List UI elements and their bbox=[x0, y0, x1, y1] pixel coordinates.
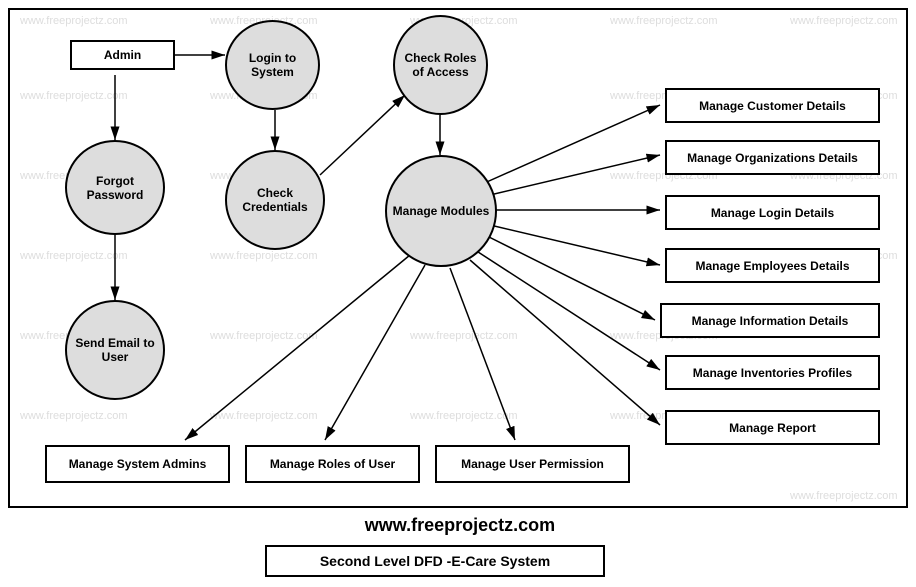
footer-text: www.freeprojectz.com bbox=[310, 515, 610, 536]
login-label: Login to System bbox=[232, 51, 313, 79]
right-box-4-label: Manage Information Details bbox=[692, 314, 849, 328]
bottom-box-2: Manage User Permission bbox=[435, 445, 630, 483]
watermark: www.freeprojectz.com bbox=[20, 90, 128, 102]
right-box-3-label: Manage Employees Details bbox=[695, 259, 849, 273]
right-box-6-label: Manage Report bbox=[729, 421, 816, 435]
watermark: www.freeprojectz.com bbox=[790, 490, 898, 502]
login-circle: Login to System bbox=[225, 20, 320, 110]
watermark: www.freeprojectz.com bbox=[410, 410, 518, 422]
right-box-3: Manage Employees Details bbox=[665, 248, 880, 283]
watermark: www.freeprojectz.com bbox=[210, 410, 318, 422]
admin-label: Admin bbox=[104, 48, 141, 62]
roles-label: Check Roles of Access bbox=[400, 51, 481, 79]
bottom-box-0: Manage System Admins bbox=[45, 445, 230, 483]
watermark: www.freeprojectz.com bbox=[790, 15, 898, 27]
right-box-0-label: Manage Customer Details bbox=[699, 99, 846, 113]
diagram-container: www.freeprojectz.com www.freeprojectz.co… bbox=[8, 8, 908, 508]
modules-circle: Manage Modules bbox=[385, 155, 497, 267]
roles-circle: Check Roles of Access bbox=[393, 15, 488, 115]
modules-label: Manage Modules bbox=[393, 204, 490, 218]
watermark: www.freeprojectz.com bbox=[410, 330, 518, 342]
right-box-1: Manage Organizations Details bbox=[665, 140, 880, 175]
right-box-1-label: Manage Organizations Details bbox=[687, 151, 858, 165]
admin-box: Admin bbox=[70, 40, 175, 70]
send-email-label: Send Email to User bbox=[72, 336, 158, 364]
watermark: www.freeprojectz.com bbox=[610, 15, 718, 27]
credentials-circle: Check Credentials bbox=[225, 150, 325, 250]
bottom-box-2-label: Manage User Permission bbox=[461, 457, 604, 471]
bottom-box-0-label: Manage System Admins bbox=[69, 457, 207, 471]
bottom-box-1: Manage Roles of User bbox=[245, 445, 420, 483]
watermark: www.freeprojectz.com bbox=[210, 250, 318, 262]
watermark: www.freeprojectz.com bbox=[20, 250, 128, 262]
right-box-2: Manage Login Details bbox=[665, 195, 880, 230]
credentials-label: Check Credentials bbox=[232, 186, 318, 214]
right-box-0: Manage Customer Details bbox=[665, 88, 880, 123]
right-box-2-label: Manage Login Details bbox=[711, 206, 834, 220]
bottom-box-1-label: Manage Roles of User bbox=[270, 457, 395, 471]
send-email-circle: Send Email to User bbox=[65, 300, 165, 400]
title-label: Second Level DFD -E-Care System bbox=[320, 553, 550, 569]
forgot-circle: Forgot Password bbox=[65, 140, 165, 235]
watermark: www.freeprojectz.com bbox=[20, 410, 128, 422]
right-box-6: Manage Report bbox=[665, 410, 880, 445]
right-box-5-label: Manage Inventories Profiles bbox=[693, 366, 852, 380]
right-box-4: Manage Information Details bbox=[660, 303, 880, 338]
right-box-5: Manage Inventories Profiles bbox=[665, 355, 880, 390]
forgot-label: Forgot Password bbox=[72, 174, 158, 202]
watermark: www.freeprojectz.com bbox=[20, 15, 128, 27]
title-box: Second Level DFD -E-Care System bbox=[265, 545, 605, 577]
watermark: www.freeprojectz.com bbox=[210, 330, 318, 342]
